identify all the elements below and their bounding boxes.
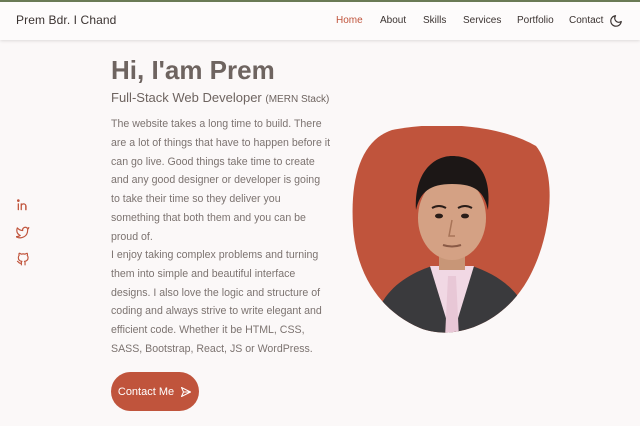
github-icon[interactable]	[16, 252, 30, 266]
nav-services[interactable]: Services	[463, 15, 501, 26]
hero-title: Hi, I'am Prem	[111, 55, 275, 85]
profile-photo-blob	[352, 126, 550, 333]
linkedin-icon[interactable]	[16, 198, 30, 212]
nav-portfolio[interactable]: Portfolio	[517, 15, 554, 26]
twitter-icon[interactable]	[16, 225, 30, 239]
hero-role-note: (MERN Stack)	[265, 94, 330, 105]
hero-paragraph-1: The website takes a long time to build. …	[111, 118, 331, 243]
contact-me-label: Contact Me	[117, 385, 175, 398]
profile-photo	[352, 126, 552, 338]
hero-paragraph-2: I enjoy taking complex problems and turn…	[111, 249, 322, 355]
nav-about[interactable]: About	[380, 15, 406, 26]
social-links	[16, 198, 32, 279]
hero-subtitle: Full-Stack Web Developer (MERN Stack)	[111, 90, 329, 105]
nav-home[interactable]: Home	[336, 15, 363, 26]
header: Prem Bdr. I Chand Home About Skills Serv…	[0, 0, 640, 40]
nav-contact[interactable]: Contact	[569, 15, 603, 26]
hero-role: Full-Stack Web Developer	[111, 90, 262, 105]
send-icon	[181, 386, 192, 397]
nav-skills[interactable]: Skills	[423, 15, 446, 26]
contact-me-button[interactable]: Contact Me	[111, 372, 199, 411]
moon-icon[interactable]	[609, 14, 623, 28]
main-nav: Home About Skills Services Portfolio Con…	[0, 15, 640, 31]
